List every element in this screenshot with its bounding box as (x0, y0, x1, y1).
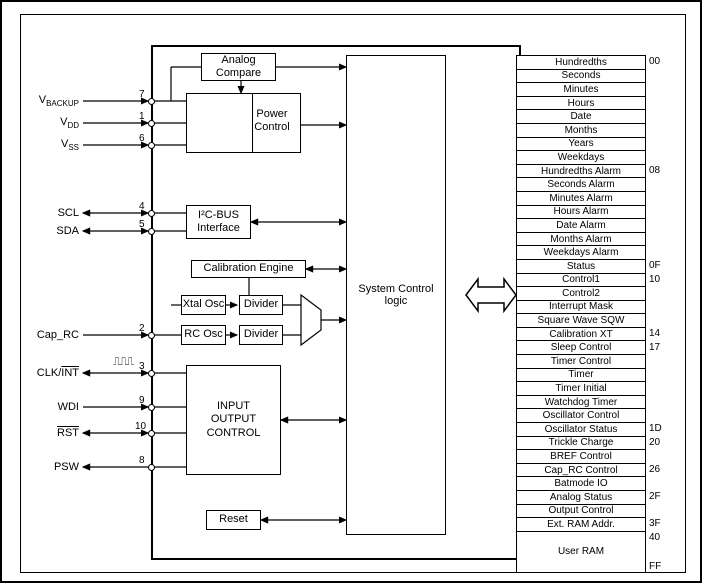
register-row: Minutes Alarm (517, 192, 645, 206)
pin-dot (148, 210, 155, 217)
pin-psw-label: PSW (9, 461, 79, 473)
register-row: Analog Status (517, 491, 645, 505)
pin-dot (148, 464, 155, 471)
register-row: Status (517, 260, 645, 274)
clk-waveform-icon: ⎍⎍⎍ (113, 355, 133, 369)
block-system-control-logic: System Control logic (346, 55, 446, 535)
block-i2c: I²C-BUS Interface (186, 205, 251, 239)
block-rc-osc: RC Osc (181, 325, 226, 345)
register-row: Interrupt Mask (517, 301, 645, 315)
block-xtal-osc: Xtal Osc (181, 295, 226, 315)
pin-num-10: 10 (135, 421, 146, 432)
pin-clkint-label: CLK/INT (9, 367, 79, 379)
register-row: Trickle Charge (517, 437, 645, 451)
pin-dot (148, 142, 155, 149)
pin-num-6: 6 (139, 133, 145, 144)
pin-vss-label: VSS (9, 138, 79, 152)
pin-num-5: 5 (139, 219, 145, 230)
block-analog-compare: Analog Compare (201, 53, 276, 81)
pin-num-1: 1 (139, 111, 145, 122)
register-row: Batmode IO (517, 477, 645, 491)
register-row: Months Alarm (517, 233, 645, 247)
pin-caprc-label: Cap_RC (9, 329, 79, 341)
block-divider-1: Divider (239, 295, 283, 315)
pin-num-7: 7 (139, 89, 145, 100)
register-row: Timer Initial (517, 382, 645, 396)
pin-sda-label: SDA (9, 225, 79, 237)
register-row: Timer (517, 369, 645, 383)
register-row: Calibration XT (517, 328, 645, 342)
register-address: 1D (649, 423, 669, 434)
register-address: 14 (649, 328, 669, 339)
register-row: Hundredths (517, 56, 645, 70)
register-row: BREF Control (517, 450, 645, 464)
register-user-ram: User RAM (517, 532, 645, 572)
pin-dot (148, 228, 155, 235)
register-row: Control2 (517, 287, 645, 301)
register-row: Output Control (517, 505, 645, 519)
pin-wdi-label: WDI (9, 401, 79, 413)
register-row: Control1 (517, 274, 645, 288)
register-address: 17 (649, 342, 669, 353)
register-row: Seconds Alarm (517, 178, 645, 192)
register-address: 26 (649, 464, 669, 475)
register-row: Hundredths Alarm (517, 165, 645, 179)
block-reset: Reset (206, 510, 261, 530)
pin-num-3: 3 (139, 361, 145, 372)
pin-num-9: 9 (139, 395, 145, 406)
register-address: 3F (649, 518, 669, 529)
pin-scl-label: SCL (9, 207, 79, 219)
register-row: Ext. RAM Addr. (517, 518, 645, 532)
pin-dot (148, 430, 155, 437)
pin-vbackup-label: VBACKUP (9, 94, 79, 108)
pin-dot (148, 404, 155, 411)
pin-num-8: 8 (139, 455, 145, 466)
register-row: Oscillator Control (517, 409, 645, 423)
register-row: Oscillator Status (517, 423, 645, 437)
register-address: 20 (649, 437, 669, 448)
register-row: Hours Alarm (517, 206, 645, 220)
register-address: 40 (649, 532, 669, 543)
register-row: Square Wave SQW (517, 314, 645, 328)
pin-rst-label: RST (9, 427, 79, 439)
block-calibration-engine: Calibration Engine (191, 260, 306, 278)
register-row: Watchdog Timer (517, 396, 645, 410)
register-row: Sleep Control (517, 341, 645, 355)
register-address: 0F (649, 260, 669, 271)
pin-dot (148, 120, 155, 127)
block-divider-2: Divider (239, 325, 283, 345)
register-row: Weekdays Alarm (517, 246, 645, 260)
register-address: 08 (649, 165, 669, 176)
block-power-control-label: Power Control (252, 108, 292, 134)
block-io-control: INPUT OUTPUT CONTROL (186, 365, 281, 475)
pin-num-2: 2 (139, 323, 145, 334)
register-row: Weekdays (517, 151, 645, 165)
pin-dot (148, 332, 155, 339)
inner-frame: VBACKUP VDD VSS SCL SDA Cap_RC CLK/INT W… (20, 14, 686, 573)
pin-dot (148, 370, 155, 377)
register-table: HundredthsSecondsMinutesHoursDateMonthsY… (516, 55, 646, 573)
register-row: Date Alarm (517, 219, 645, 233)
register-row: Date (517, 110, 645, 124)
register-row: Years (517, 138, 645, 152)
register-address: FF (649, 561, 669, 572)
register-row: Months (517, 124, 645, 138)
register-address: 00 (649, 56, 669, 67)
register-row: Minutes (517, 83, 645, 97)
register-address: 2F (649, 491, 669, 502)
register-row: Cap_RC Control (517, 464, 645, 478)
pin-vdd-label: VDD (9, 116, 79, 130)
register-row: Hours (517, 97, 645, 111)
pin-num-4: 4 (139, 201, 145, 212)
register-row: Seconds (517, 70, 645, 84)
register-address: 10 (649, 274, 669, 285)
register-row: Timer Control (517, 355, 645, 369)
block-power-control: Power Control (186, 93, 301, 153)
outer-frame: VBACKUP VDD VSS SCL SDA Cap_RC CLK/INT W… (0, 0, 702, 583)
pin-dot (148, 98, 155, 105)
